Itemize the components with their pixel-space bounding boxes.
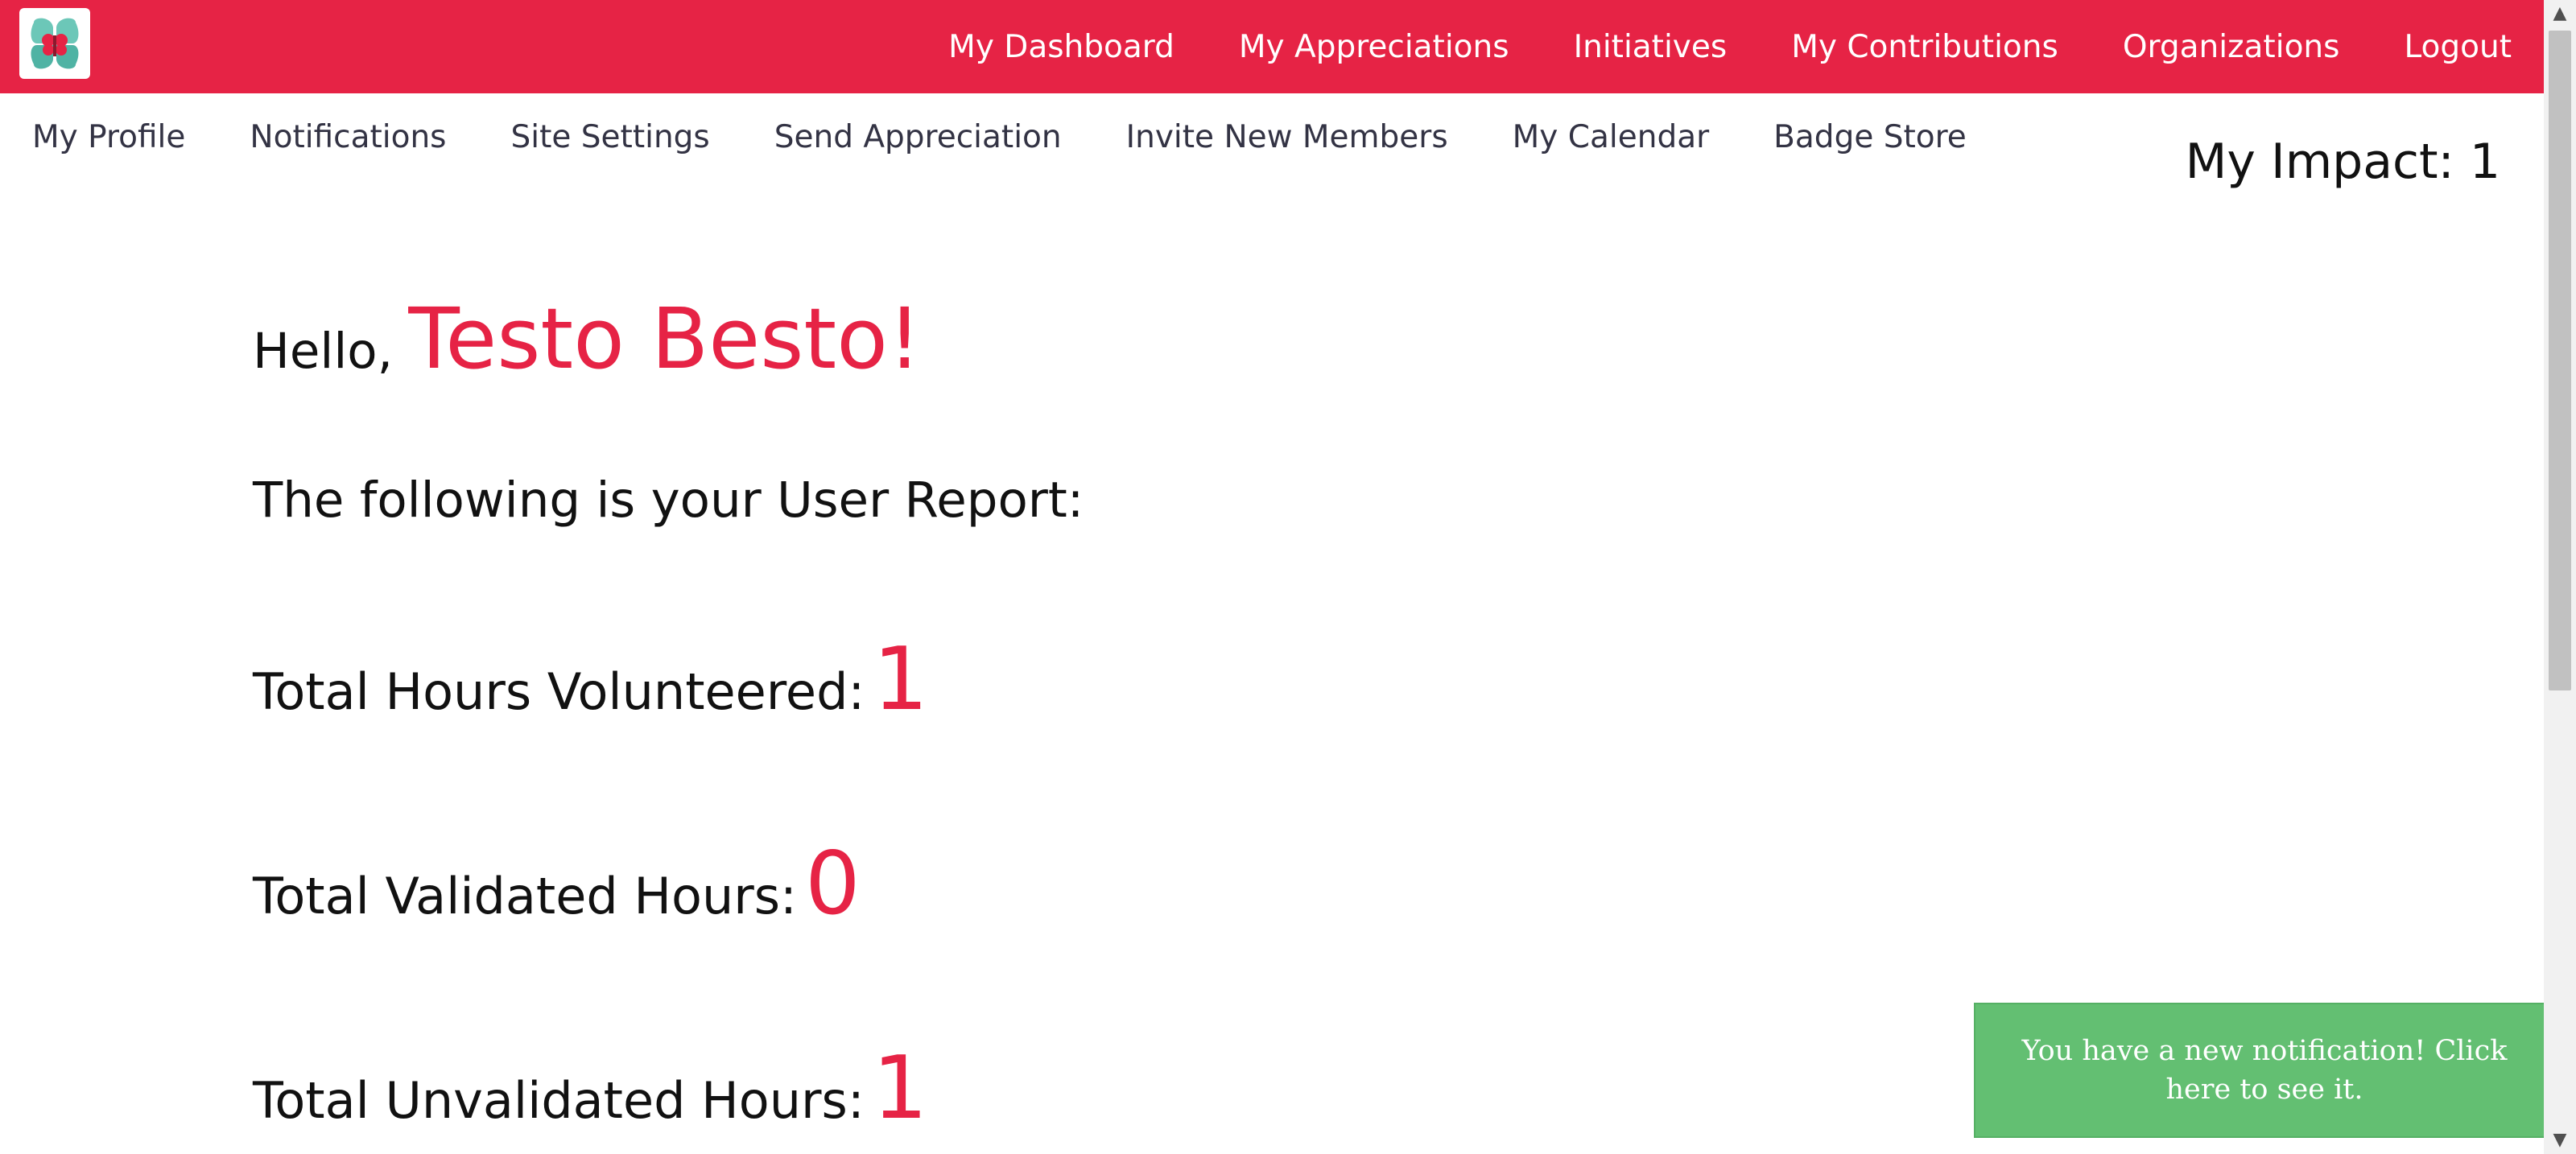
stat-value: 1 (873, 629, 929, 730)
subnav-badge-store[interactable]: Badge Store (1773, 119, 1967, 155)
stat-value: 1 (872, 1038, 928, 1139)
subnav-site-settings[interactable]: Site Settings (511, 119, 710, 155)
notification-toast-text: You have a new notification! Click here … (2021, 1035, 2508, 1106)
my-impact-value: 1 (2469, 134, 2500, 190)
my-impact-label: My Impact: (2185, 134, 2454, 190)
stat-label: Total Unvalidated Hours: (253, 1071, 865, 1130)
vertical-scrollbar[interactable]: ▲ ▼ (2544, 0, 2576, 1154)
scroll-down-arrow-icon[interactable]: ▼ (2544, 1127, 2576, 1154)
subnav-notifications[interactable]: Notifications (250, 119, 446, 155)
nav-my-appreciations[interactable]: My Appreciations (1239, 29, 1509, 65)
stat-total-unvalidated-hours: Total Unvalidated Hours:1 (253, 1038, 927, 1139)
subnav-send-appreciation[interactable]: Send Appreciation (774, 119, 1062, 155)
butterfly-logo-icon[interactable] (19, 8, 90, 79)
nav-organizations[interactable]: Organizations (2123, 29, 2340, 65)
subnav-invite-new-members[interactable]: Invite New Members (1126, 119, 1448, 155)
nav-logout[interactable]: Logout (2404, 29, 2512, 65)
nav-initiatives[interactable]: Initiatives (1574, 29, 1728, 65)
greeting-hello: Hello, (253, 323, 394, 380)
report-heading: The following is your User Report: (253, 472, 1084, 529)
stat-label: Total Validated Hours: (253, 867, 797, 925)
stat-value: 0 (804, 834, 861, 934)
my-impact: My Impact: 1 (2186, 134, 2500, 190)
nav-my-dashboard[interactable]: My Dashboard (948, 29, 1174, 65)
stat-total-hours-volunteered: Total Hours Volunteered:1 (253, 629, 928, 730)
stat-total-validated-hours: Total Validated Hours:0 (253, 834, 861, 934)
notification-toast[interactable]: You have a new notification! Click here … (1974, 1003, 2555, 1138)
user-name: Testo Besto! (408, 290, 922, 388)
subnav-my-calendar[interactable]: My Calendar (1513, 119, 1710, 155)
nav-my-contributions[interactable]: My Contributions (1791, 29, 2058, 65)
sub-nav-menu: My Profile Notifications Site Settings S… (32, 119, 1967, 155)
subnav-my-profile[interactable]: My Profile (32, 119, 185, 155)
scrollbar-thumb[interactable] (2549, 31, 2571, 690)
top-navbar: My Dashboard My Appreciations Initiative… (0, 0, 2544, 93)
scroll-up-arrow-icon[interactable]: ▲ (2544, 0, 2576, 27)
top-nav-menu: My Dashboard My Appreciations Initiative… (948, 0, 2512, 93)
stat-label: Total Hours Volunteered: (253, 662, 865, 721)
greeting: Hello, Testo Besto! (253, 290, 922, 388)
